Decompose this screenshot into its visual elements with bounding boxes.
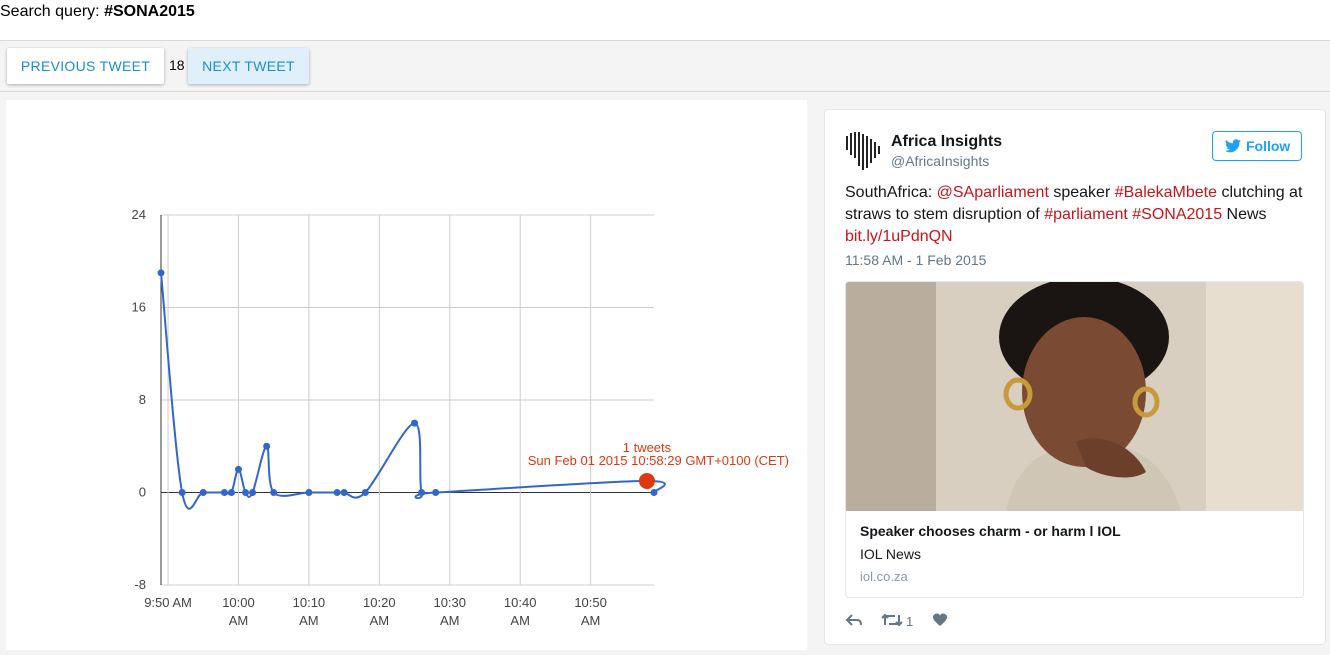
chart-axes: -8 0 8 16 24 9:50 AM 10:00 AM 10:10 AM 10:20 AM 10:3… [132,207,607,628]
x-tick-label: AM [299,613,319,628]
data-point [157,269,165,277]
data-point [270,489,278,496]
next-tweet-button[interactable]: NEXT TWEET [188,48,309,84]
y-tick-label: 8 [139,392,146,407]
tweet-text-mid1: speaker [1048,184,1115,201]
embedded-tweet: Africa Insights @AfricaInsights Follow S… [824,109,1326,645]
twitter-bird-icon [1225,139,1241,153]
data-point [199,489,207,496]
tweet-text-mid4: News [1222,206,1267,223]
highlighted-data-point [638,472,655,489]
short-url-link[interactable]: bit.ly/1uPdnQN [845,228,953,245]
x-tick-label: AM [370,613,390,628]
tweet-timestamp[interactable]: 11:58 AM - 1 Feb 2015 [845,252,986,268]
search-query: Search query: #SONA2015 [0,3,195,21]
africa-insights-logo-icon[interactable] [845,130,881,170]
search-query-value: #SONA2015 [104,3,195,20]
x-tick-label: 10:00 [222,595,255,610]
data-point [242,489,250,496]
x-tick-label: 10:40 [504,595,537,610]
preview-source: IOL News [860,546,921,562]
tweet-author-handle[interactable]: @AfricaInsights [891,153,989,169]
heart-icon[interactable] [932,612,948,628]
y-tick-label: 24 [132,207,146,222]
y-tick-label: 16 [132,300,146,315]
preview-title: Speaker chooses charm - or harm l IOL [860,523,1121,539]
follow-button[interactable]: Follow [1212,131,1302,161]
y-tick-label: -8 [134,577,146,592]
data-point [178,489,186,496]
search-query-label: Search query: [0,3,100,20]
data-point [361,489,369,496]
hashtag-link-sona2015[interactable]: #SONA2015 [1132,206,1222,223]
tweet-volume-chart-panel: -8 0 8 16 24 9:50 AM 10:00 AM 10:10 AM 10:20 AM 10:3… [6,100,807,650]
tweet-volume-chart: -8 0 8 16 24 9:50 AM 10:00 AM 10:10 AM 10:20 AM 10:3… [132,207,789,628]
x-tick-label: 10:20 [363,595,396,610]
preview-domain: iol.co.za [860,569,908,584]
data-point [432,489,440,496]
x-tick-label: 10:30 [433,595,466,610]
previous-tweet-button[interactable]: PREVIOUS TWEET [7,48,164,84]
y-tick-label: 0 [139,485,146,500]
data-point [650,489,658,496]
x-tick-label: 9:50 AM [144,595,192,610]
x-tick-label: 10:10 [293,595,326,610]
data-point [227,489,235,496]
query-bar: Search query: #SONA2015 [0,0,1330,41]
hashtag-link-parliament[interactable]: #parliament [1044,206,1128,223]
tweet-text: SouthAfrica: @SAparliament speaker #Bale… [845,182,1315,248]
x-tick-label: AM [510,613,530,628]
x-tick-label: 10:50 [574,595,607,610]
data-point [411,419,419,427]
tweet-navigation: PREVIOUS TWEET 18 NEXT TWEET [0,41,1330,92]
hashtag-link-balekambete[interactable]: #BalekaMbete [1115,184,1217,201]
chart-grid [160,214,654,586]
data-point [418,489,426,496]
x-tick-label: AM [581,613,601,628]
data-point [249,489,257,496]
tweet-author-name[interactable]: Africa Insights [891,133,1002,151]
x-tick-label: AM [229,613,249,628]
data-point [234,465,242,473]
tweet-text-prefix: SouthAfrica: [845,184,937,201]
follow-label: Follow [1246,138,1291,154]
data-point [305,489,313,496]
tweet-counter: 18 [169,57,185,73]
link-preview-card[interactable]: Speaker chooses charm - or harm l IOL IO… [845,281,1304,598]
data-point [263,442,271,450]
mention-link[interactable]: @SAparliament [937,184,1049,201]
series-line [160,272,666,510]
data-point [333,489,341,496]
data-point [340,489,348,496]
data-point [220,489,228,496]
retweet-count: 1 [906,614,914,629]
chart-series [157,269,666,510]
x-tick-label: AM [440,613,460,628]
reply-icon[interactable] [845,612,863,628]
annotation-datetime: Sun Feb 01 2015 10:58:29 GMT+0100 (CET) [528,453,789,468]
preview-photo [846,282,1303,511]
retweet-icon[interactable] [881,612,903,628]
